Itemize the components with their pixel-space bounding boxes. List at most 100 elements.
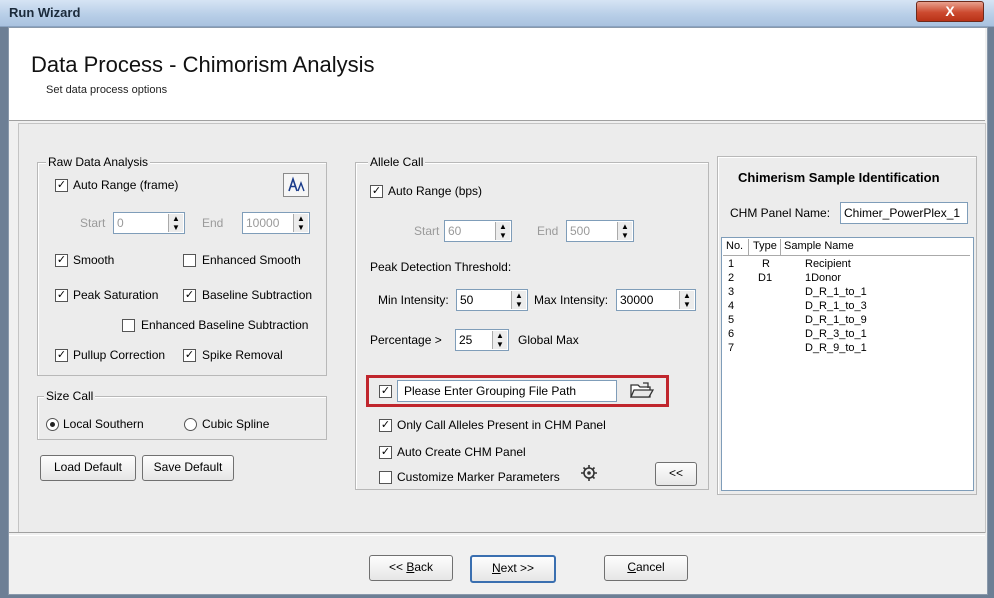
percentage-spinner[interactable]: 25 ▲ ▼ [455, 329, 509, 351]
percentage-label: Percentage > [370, 333, 442, 347]
spinner-arrows-icon[interactable]: ▲ ▼ [495, 222, 510, 240]
collapse-button[interactable]: << [655, 462, 697, 486]
save-default-button[interactable]: Save Default [142, 455, 234, 481]
raw-end-label: End [202, 216, 224, 230]
enhanced-baseline-checkbox[interactable] [122, 319, 135, 332]
settings-icon[interactable] [578, 461, 600, 483]
only-call-alleles-checkbox[interactable]: ✓ [379, 419, 392, 432]
only-call-alleles-label: Only Call Alleles Present in CHM Panel [397, 418, 606, 432]
chm-panel-name-value: Chimer_PowerPlex_1 [844, 206, 961, 220]
col-sample-header[interactable]: Sample Name [784, 240, 854, 252]
smooth-checkbox[interactable]: ✓ [55, 254, 68, 267]
next-button[interactable]: Next >> [470, 555, 556, 583]
local-southern-radio[interactable] [46, 418, 59, 431]
spike-removal-label: Spike Removal [202, 348, 283, 362]
auto-range-bps-checkbox[interactable]: ✓ [370, 185, 383, 198]
row-2-no[interactable]: 2 [728, 272, 734, 284]
allele-call-legend: Allele Call [368, 155, 426, 169]
row-5-no[interactable]: 5 [728, 314, 734, 326]
max-intensity-value: 30000 [620, 293, 654, 307]
cubic-spline-radio[interactable] [184, 418, 197, 431]
raw-start-spinner[interactable]: 0 ▲ ▼ [113, 212, 185, 234]
folder-open-icon[interactable] [628, 380, 655, 401]
raw-end-value: 10000 [246, 216, 280, 230]
col-type-header[interactable]: Type [753, 240, 777, 252]
max-intensity-label: Max Intensity: [534, 293, 609, 307]
row-1-type[interactable]: R [762, 258, 770, 270]
customize-marker-checkbox[interactable] [379, 471, 392, 484]
row-7-sample[interactable]: D_R_9_to_1 [805, 342, 867, 354]
text-size-icon[interactable] [283, 173, 309, 197]
row-4-sample[interactable]: D_R_1_to_3 [805, 300, 867, 312]
auto-range-frame-checkbox[interactable]: ✓ [55, 179, 68, 192]
enhanced-baseline-label: Enhanced Baseline Subtraction [141, 318, 309, 332]
next-accel: N [491, 561, 501, 575]
col-no-header[interactable]: No. [726, 240, 743, 252]
column-divider [780, 239, 781, 255]
spinner-arrows-icon[interactable]: ▲ ▼ [679, 291, 694, 309]
row-3-sample[interactable]: D_R_1_to_1 [805, 286, 867, 298]
spike-removal-checkbox[interactable]: ✓ [183, 349, 196, 362]
row-1-no[interactable]: 1 [728, 258, 734, 270]
row-2-type[interactable]: D1 [758, 272, 772, 284]
enhanced-smooth-checkbox[interactable] [183, 254, 196, 267]
back-rest: ack [414, 560, 434, 574]
max-intensity-spinner[interactable]: 30000 ▲ ▼ [616, 289, 696, 311]
grouping-file-checkbox[interactable]: ✓ [379, 385, 392, 398]
close-icon: X [945, 3, 955, 19]
chimerism-title: Chimerism Sample Identification [738, 170, 940, 185]
smooth-label: Smooth [73, 253, 115, 267]
pullup-correction-checkbox[interactable]: ✓ [55, 349, 68, 362]
back-button[interactable]: << Back [369, 555, 453, 581]
auto-range-bps-label: Auto Range (bps) [388, 184, 483, 198]
next-rest: ext >> [500, 561, 535, 575]
row-1-sample[interactable]: Recipient [805, 258, 851, 270]
cancel-rest: ancel [635, 560, 665, 574]
min-intensity-value: 50 [460, 293, 474, 307]
raw-data-legend: Raw Data Analysis [46, 155, 151, 169]
page-title: Data Process - Chimorism Analysis [31, 52, 375, 77]
baseline-subtraction-label: Baseline Subtraction [202, 288, 313, 302]
close-button[interactable]: X [916, 1, 984, 22]
page-subtitle: Set data process options [46, 84, 168, 96]
allele-end-spinner[interactable]: 500 ▲ ▼ [566, 220, 634, 242]
local-southern-label: Local Southern [63, 417, 144, 431]
min-intensity-spinner[interactable]: 50 ▲ ▼ [456, 289, 528, 311]
peak-threshold-label: Peak Detection Threshold: [370, 260, 512, 274]
window-title: Run Wizard [9, 5, 81, 20]
raw-start-value: 0 [117, 216, 124, 230]
title-bar [0, 0, 994, 27]
spinner-arrows-icon[interactable]: ▲ ▼ [511, 291, 526, 309]
peak-saturation-checkbox[interactable]: ✓ [55, 289, 68, 302]
auto-create-chm-label: Auto Create CHM Panel [397, 445, 526, 459]
row-2-sample[interactable]: 1Donor [805, 272, 841, 284]
percentage-value: 25 [459, 333, 473, 347]
allele-start-label: Start [414, 224, 440, 238]
allele-end-value: 500 [570, 224, 591, 238]
min-intensity-label: Min Intensity: [378, 293, 449, 307]
chm-panel-name-input[interactable]: Chimer_PowerPlex_1 [840, 202, 968, 224]
row-3-no[interactable]: 3 [728, 286, 734, 298]
auto-create-chm-checkbox[interactable]: ✓ [379, 446, 392, 459]
spinner-arrows-icon[interactable]: ▲ ▼ [293, 214, 308, 232]
spinner-arrows-icon[interactable]: ▲ ▼ [168, 214, 183, 232]
row-6-no[interactable]: 6 [728, 328, 734, 340]
global-max-label: Global Max [518, 333, 579, 347]
row-5-sample[interactable]: D_R_1_to_9 [805, 314, 867, 326]
grouping-file-placeholder: Please Enter Grouping File Path [404, 384, 577, 398]
allele-start-spinner[interactable]: 60 ▲ ▼ [444, 220, 512, 242]
allele-call-group [355, 162, 709, 490]
row-7-no[interactable]: 7 [728, 342, 734, 354]
raw-end-spinner[interactable]: 10000 ▲ ▼ [242, 212, 310, 234]
spinner-arrows-icon[interactable]: ▲ ▼ [617, 222, 632, 240]
row-4-no[interactable]: 4 [728, 300, 734, 312]
back-prefix: << [388, 560, 407, 574]
enhanced-smooth-label: Enhanced Smooth [202, 253, 301, 267]
cancel-button[interactable]: Cancel [604, 555, 688, 581]
grouping-file-input[interactable]: Please Enter Grouping File Path [397, 380, 617, 402]
baseline-subtraction-checkbox[interactable]: ✓ [183, 289, 196, 302]
row-6-sample[interactable]: D_R_3_to_1 [805, 328, 867, 340]
spinner-arrows-icon[interactable]: ▲ ▼ [492, 331, 507, 349]
load-default-button[interactable]: Load Default [40, 455, 136, 481]
allele-start-value: 60 [448, 224, 462, 238]
